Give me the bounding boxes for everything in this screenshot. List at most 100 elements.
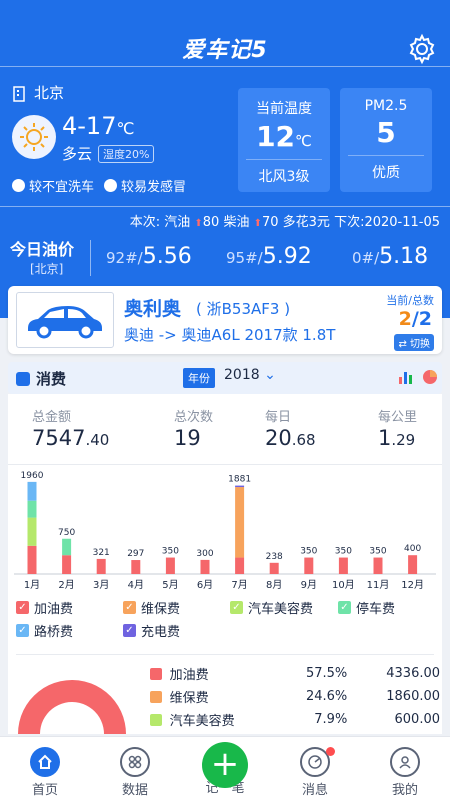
bar-segment [235,487,245,558]
car-count-label: 当前/总数 [386,294,434,307]
sun-icon [12,115,56,159]
x-tick-label: 2月 [58,579,74,591]
bar-value-label: 297 [127,549,144,559]
notification-dot [326,747,335,756]
bar-segment [269,562,279,574]
bar-value-label: 300 [196,549,213,559]
price-95: 95#/5.92 [226,244,312,269]
divider [16,654,434,655]
year-tag: 年份 [183,368,215,388]
tab-messages[interactable]: 消息 [270,743,360,798]
bar-segment [165,557,175,574]
current-temp-value: 12℃ [256,120,312,153]
car-icon [16,292,114,348]
tip-cold: 较易发感冒 [121,180,187,195]
divider [90,240,91,276]
today-oil-city: [北京] [30,262,64,276]
current-temp-label: 当前温度 [256,101,312,117]
bar-value-label: 400 [404,544,421,554]
bar-segment [27,517,37,546]
bar-segment [62,538,72,556]
consumption-header: 消费 年份 2018 ⌄ [8,362,442,394]
x-tick-label: 3月 [93,579,109,591]
bar-value-label: 750 [58,528,75,538]
legend-beauty[interactable]: ✓ 汽车美容费 [230,598,313,617]
x-tick-label: 10月 [332,579,355,591]
divider [8,464,442,465]
home-icon [30,747,60,777]
oil-update-line: 本次: 汽油 ⬆80 柴油 ⬆70 多花3元 下次:2020-11-05 [129,215,440,230]
bar-value-label: 350 [369,547,386,557]
pie-chart-icon[interactable] [422,369,438,385]
tab-mine[interactable]: 我的 [360,743,450,798]
car-model: 奥迪 -> 奥迪A6L 2017款 1.8T [124,326,336,344]
tip-wash: 较不宜洗车 [29,180,95,195]
weather-condition: 多云 湿度20% [62,143,155,164]
switch-car-button[interactable]: ⇄ 切换 [394,334,434,351]
x-tick-label: 8月 [266,579,282,591]
city-label[interactable]: 北京 [12,82,64,103]
donut-chart [18,680,126,734]
legend-toll[interactable]: ✓ 路桥费 [16,621,73,640]
breakdown-row: 维保费 24.6% 1860.00 [150,687,440,706]
car-card[interactable]: 奥利奥 ( 浙B53AF3 ) 奥迪 -> 奥迪A6L 2017款 1.8T 当… [8,286,442,354]
bar-value-label: 238 [266,552,283,562]
stat-per-km: 每公里 1.29 [378,410,418,450]
bar-segment [131,560,141,574]
monthly-bar-chart: 1960 1月 750 2月 321 3月 297 4月 350 5月 300 6月 1881 7月 238… [14,471,436,591]
breakdown-row: 汽车美容费 7.9% 600.00 [150,710,440,729]
bar-value-label: 1960 [21,471,44,481]
grid-icon [120,747,150,777]
bar-segment [304,557,314,574]
gear-icon[interactable] [406,33,438,65]
humidity-badge: 湿度20% [98,144,155,163]
divider [0,66,450,67]
legend-parking[interactable]: ✓ 停车费 [338,598,395,617]
stat-daily: 每日 20.68 [265,410,316,450]
x-tick-label: 7月 [231,579,247,591]
legend-maint[interactable]: ✓ 维保费 [123,598,180,617]
bar-segment [27,500,37,518]
legend-fuel[interactable]: ✓ 加油费 [16,598,73,617]
pm25-label: PM2.5 [364,98,408,114]
stat-total-count: 总次数 19 [174,410,214,450]
section-title: 消费 [16,368,66,389]
consumption-panel: 总金额 7547.40 总次数 19 每日 20.68 每公里 1.29 1960 1月 7… [8,394,442,734]
bar-segment [235,557,245,574]
building-icon [13,85,25,102]
bar-chart-icon[interactable] [398,369,414,385]
wallet-icon [16,371,30,386]
price-92: 92#/5.56 [106,244,192,269]
city-name: 北京 [34,84,65,102]
tab-data[interactable]: 数据 [90,743,180,798]
bar-segment [27,545,37,574]
bar-segment [338,557,348,574]
life-tips: 较不宜洗车 较易发感冒 [12,176,186,195]
add-record-button[interactable]: + [202,742,248,788]
pm25-card: PM2.5 5 优质 [340,88,432,192]
legend-charge[interactable]: ✓ 充电费 [123,621,180,640]
year-select[interactable]: 2018 ⌄ [224,367,276,383]
breakdown-row: 加油费 57.5% 4336.00 [150,664,440,683]
bar-segment [200,559,210,574]
bar-segment [408,555,418,574]
car-name: 奥利奥 [124,298,182,320]
bar-value-label: 350 [162,547,179,557]
x-tick-label: 6月 [197,579,213,591]
price-0: 0#/5.18 [352,244,429,269]
divider [0,206,450,207]
pm25-value: 5 [376,116,396,149]
bar-segment [373,557,383,574]
bar-segment [96,558,106,574]
bar-segment [27,481,37,501]
car-wash-icon [12,179,25,192]
app-screen: 爱车记5 北京 4-17℃ 多云 湿度20% 较不宜洗车 较易发感冒 当前温度 1… [0,0,450,800]
x-tick-label: 1月 [24,579,40,591]
x-tick-label: 12月 [401,579,424,591]
x-tick-label: 5月 [162,579,178,591]
wind-text: 北风3级 [258,169,310,185]
stat-total-amount: 总金额 7547.40 [32,410,110,450]
x-tick-label: 9月 [301,579,317,591]
tab-home[interactable]: 首页 [0,743,90,798]
donut-slice [18,680,126,734]
